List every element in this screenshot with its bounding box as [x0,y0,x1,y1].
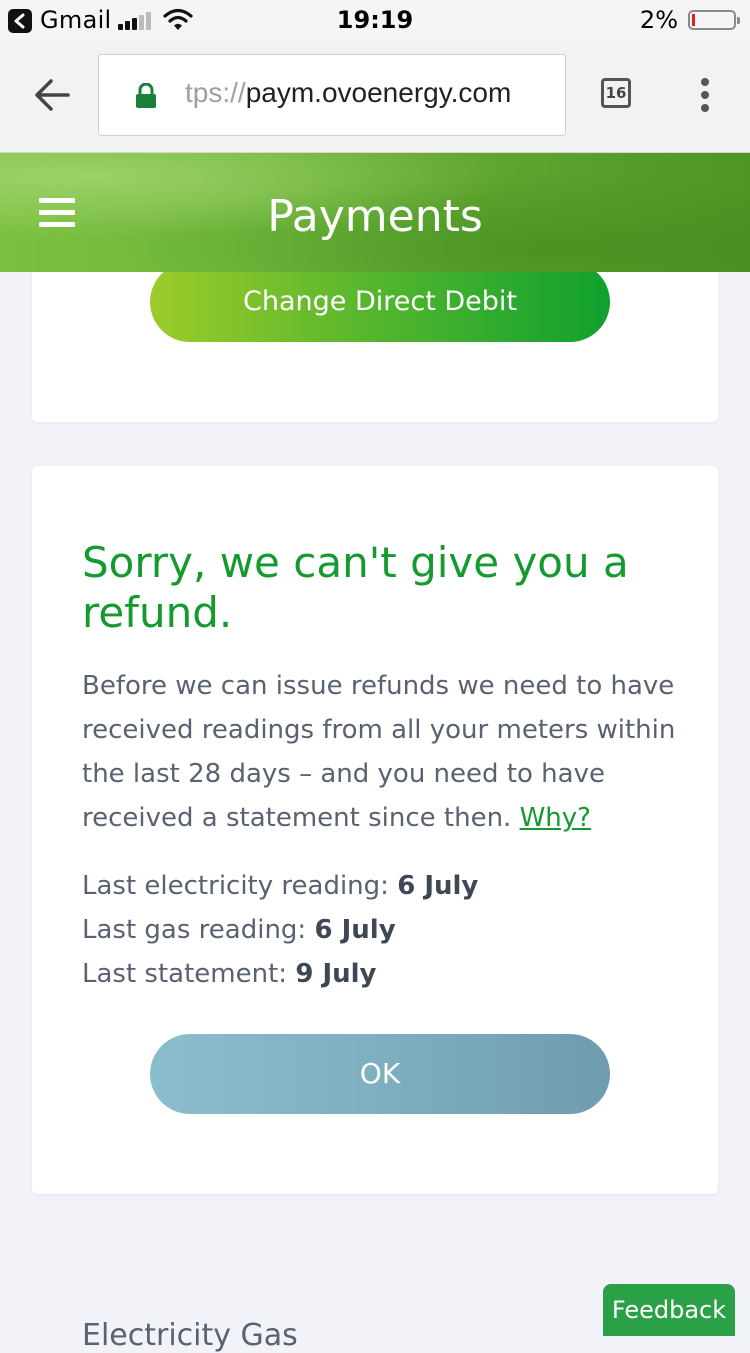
lock-icon [136,83,156,108]
reading-label: Last gas reading: [82,915,307,945]
more-options-icon[interactable] [701,78,709,117]
status-bar: Gmail 19:19 2% [0,0,750,40]
page-title: Payments [267,191,483,242]
address-bar[interactable]: tps://paym.ovoenergy.com [98,54,566,136]
browser-toolbar: tps://paym.ovoenergy.com 16 [0,40,750,153]
reading-value: 9 July [295,959,377,989]
battery-level [692,14,695,26]
reading-label: Last statement: [82,959,288,989]
reading-electricity: Last electricity reading: 6 July [82,864,692,908]
refund-explanation: Before we can issue refunds we need to h… [82,664,692,840]
reading-value: 6 July [397,871,479,901]
reading-statement: Last statement: 9 July [82,952,692,996]
browser-back-arrow-icon[interactable] [34,78,70,112]
url-scheme: tps:// [185,77,246,108]
reading-label: Last electricity reading: [82,871,389,901]
page-header: Payments [0,153,750,272]
feedback-button[interactable]: Feedback [603,1284,735,1336]
readings-list: Last electricity reading: 6 July Last ga… [82,864,692,996]
tab-switcher-button[interactable]: 16 [601,78,631,108]
reading-value: 6 July [314,915,396,945]
refund-card: Sorry, we can't give you a refund. Befor… [32,466,718,1194]
reading-gas: Last gas reading: 6 July [82,908,692,952]
next-section-title: Electricity Gas [82,1318,298,1353]
change-direct-debit-button[interactable]: Change Direct Debit [150,262,610,342]
battery-icon [688,10,740,30]
refund-heading: Sorry, we can't give you a refund. [82,538,629,637]
url-text: tps://paym.ovoenergy.com [185,77,511,109]
ok-button[interactable]: OK [150,1034,610,1114]
clock: 19:19 [336,6,414,34]
url-host: paym.ovoenergy.com [245,77,512,108]
battery-percentage: 2% [639,6,678,34]
why-link[interactable]: Why? [520,803,591,833]
